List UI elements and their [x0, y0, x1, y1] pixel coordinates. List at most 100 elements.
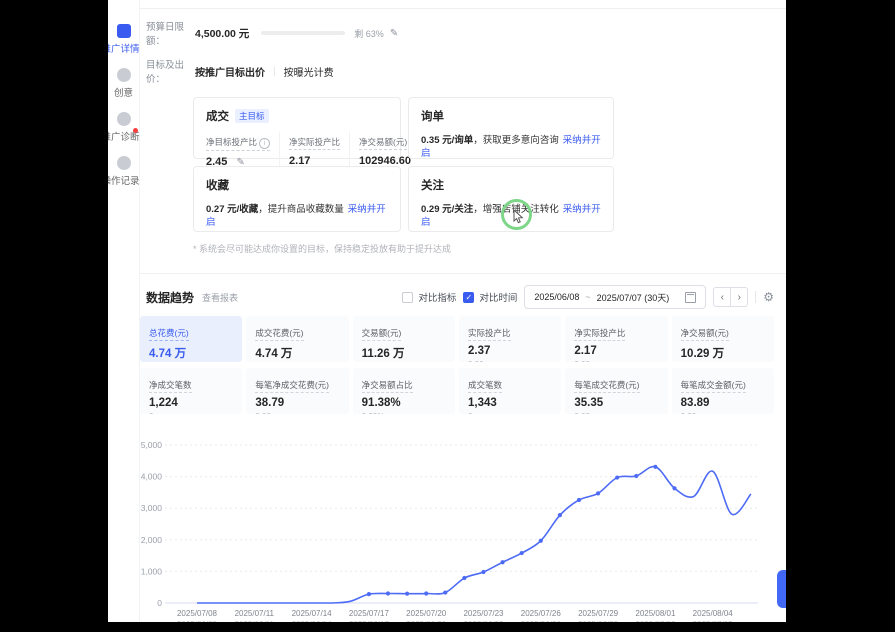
metric-comparison-value: 0.00: [574, 412, 658, 414]
metric-label: 交易额(元): [362, 327, 402, 341]
metric-value: 11.26 万: [362, 345, 446, 361]
metric-label: 净交易额占比: [362, 379, 413, 393]
gear-icon[interactable]: ⚙: [763, 290, 774, 304]
svg-text:2025/06/08: 2025/06/08: [177, 620, 218, 622]
sidebar-item-label: 操作记录: [108, 173, 139, 187]
goal-metric: 净实际投产比 2.17: [289, 132, 350, 168]
budget-progress-bar: [261, 31, 345, 35]
info-icon[interactable]: i: [259, 138, 270, 149]
metric-card[interactable]: 实际投产比2.370.00: [459, 316, 561, 362]
metric-label: 每笔成交金额(元): [681, 379, 746, 393]
tab-bid-by-impression[interactable]: 按曝光计费: [284, 64, 334, 79]
metric-card[interactable]: 每笔成交花费(元)35.350.00: [565, 368, 667, 414]
goal-metric: 净目标投产比i 2.45 ✎: [206, 132, 280, 168]
svg-text:3,000: 3,000: [141, 503, 163, 513]
metric-label: 净实际投产比: [574, 327, 625, 341]
metric-comparison-value: 0.00%: [362, 412, 446, 414]
goal-metric: 净交易额(元) 102946.60: [359, 132, 411, 168]
content: 预算日限额： 4,500.00 元 剩 63% ✎ 目标及出价： 按推广目标出价…: [140, 0, 786, 622]
metric-card[interactable]: 成交花费(元)4.74 万0.00: [246, 316, 348, 362]
metric-label: 总花费(元): [149, 327, 189, 341]
metric-value: 1,224: [149, 397, 233, 409]
date-pager: ‹ ›: [713, 287, 748, 307]
metric-card[interactable]: 净交易额占比 91.38% 0.00%: [353, 368, 455, 414]
budget-remaining: 剩 63%: [354, 27, 384, 40]
sidebar: 推广详情创意推广诊断操作记录: [108, 0, 140, 622]
metric-card[interactable]: 净交易额(元)10.29 万0.00: [672, 316, 774, 362]
metric-label: 实际投产比: [468, 327, 511, 341]
sidebar-item-3[interactable]: 推广诊断: [108, 112, 139, 143]
alert-dot: [133, 128, 138, 133]
metric-card[interactable]: 每笔成交金额(元) 83.89 0.00: [672, 368, 774, 414]
goal-metric-label: 净目标投产比i: [206, 136, 270, 151]
sidebar-item-2[interactable]: 创意: [108, 68, 139, 99]
svg-text:0: 0: [157, 598, 162, 608]
section-divider: [140, 273, 786, 274]
svg-text:2025/06/20: 2025/06/20: [406, 620, 447, 622]
goal-description: 0.27 元/收藏，提升商品收藏数量采纳并开启: [206, 203, 388, 229]
floating-side-button[interactable]: [777, 570, 786, 608]
metric-label: 净交易额(元): [681, 327, 729, 341]
promo-detail-icon: [117, 24, 131, 38]
date-end: 2025/07/07 (30天): [597, 291, 670, 304]
trend-title: 数据趋势: [146, 289, 194, 306]
date-start: 2025/06/08: [534, 292, 579, 302]
goal-metrics: 净目标投产比i 2.45 ✎ 净实际投产比 2.17 净交易额(元) 10294…: [206, 132, 388, 168]
edit-budget-icon[interactable]: ✎: [390, 28, 398, 39]
tab-bid-by-goal[interactable]: 按推广目标出价: [195, 64, 265, 79]
compare-time-checkbox[interactable]: ✓: [463, 292, 474, 303]
svg-text:2025/06/23: 2025/06/23: [463, 620, 504, 622]
goal-title: 关注: [421, 177, 601, 193]
svg-text:2025/07/02: 2025/07/02: [635, 620, 676, 622]
svg-text:2025/07/29: 2025/07/29: [578, 609, 619, 618]
compare-metric-label: 对比指标: [418, 290, 456, 304]
compare-metric-checkbox[interactable]: [402, 292, 413, 303]
metric-card[interactable]: 净实际投产比 2.17 0.00: [565, 316, 667, 362]
goal-card-main: 成交 主目标 净目标投产比i 2.45 ✎ 净实际投产比 2.17: [193, 97, 401, 159]
svg-text:5,000: 5,000: [141, 440, 163, 450]
goal-metric-label: 净实际投产比: [289, 136, 340, 150]
metric-card[interactable]: 每笔净成交花费(元)38.790.00: [246, 368, 348, 414]
line-chart-svg: 0 1,000 2,000 3,000 4,000 5,000 2025/07/08 2025…: [140, 436, 774, 622]
goal-card-title-row: 成交 主目标: [206, 108, 388, 124]
svg-text:2025/06/11: 2025/06/11: [235, 620, 275, 622]
metric-comparison-value: 0.00: [681, 412, 765, 414]
svg-text:2025/08/01: 2025/08/01: [635, 609, 676, 618]
prev-period-button[interactable]: ‹: [713, 287, 731, 307]
metric-value: 35.35: [574, 397, 658, 409]
diagnosis-icon: [117, 112, 131, 126]
sidebar-item-4[interactable]: 操作记录: [108, 156, 139, 187]
sidebar-item-1[interactable]: 推广详情: [108, 24, 139, 55]
trend-header: 数据趋势 查看报表 对比指标 ✓ 对比时间 2025/06/08 ~ 2025/…: [146, 285, 774, 309]
main-goal-badge: 主目标: [235, 109, 269, 123]
metric-card[interactable]: 总花费(元)4.74 万0.00: [140, 316, 242, 362]
next-period-button[interactable]: ›: [730, 287, 748, 307]
metric-card[interactable]: 成交笔数1,3430: [459, 368, 561, 414]
metric-comparison-value: 0.00: [574, 360, 658, 362]
metric-value: 83.89: [681, 397, 765, 409]
svg-text:2,000: 2,000: [141, 535, 163, 545]
metric-label: 净成交笔数: [149, 379, 192, 393]
metric-value: 2.17: [574, 345, 658, 357]
svg-text:1,000: 1,000: [141, 566, 163, 576]
trend-chart: 0 1,000 2,000 3,000 4,000 5,000 2025/07/08 2025…: [140, 436, 774, 622]
goal-card-suggestion: 收藏0.27 元/收藏，提升商品收藏数量采纳并开启: [193, 166, 401, 232]
metric-value: 4.74 万: [255, 345, 339, 361]
svg-text:4,000: 4,000: [141, 472, 163, 482]
svg-text:2025/07/08: 2025/07/08: [177, 609, 218, 618]
metric-value: 91.38%: [362, 397, 446, 409]
sidebar-item-label: 推广详情: [108, 41, 139, 55]
goal-cards: 成交 主目标 净目标投产比i 2.45 ✎ 净实际投产比 2.17: [193, 97, 774, 232]
metric-card[interactable]: 净成交笔数1,2240: [140, 368, 242, 414]
goal-metric-label: 净交易额(元): [359, 136, 407, 150]
date-range-picker[interactable]: 2025/06/08 ~ 2025/07/07 (30天): [524, 285, 706, 309]
top-divider: [140, 0, 786, 9]
goal-title: 询单: [421, 108, 601, 124]
date-separator: ~: [585, 292, 590, 302]
view-report-link[interactable]: 查看报表: [202, 291, 238, 304]
sidebar-item-label: 创意: [114, 85, 133, 99]
goal-description: 0.35 元/询单，获取更多意向咨询采纳并开启: [421, 134, 601, 160]
svg-text:2025/06/14: 2025/06/14: [292, 620, 333, 622]
idea-icon: [117, 68, 131, 82]
metric-card[interactable]: 交易额(元)11.26 万0.00: [353, 316, 455, 362]
